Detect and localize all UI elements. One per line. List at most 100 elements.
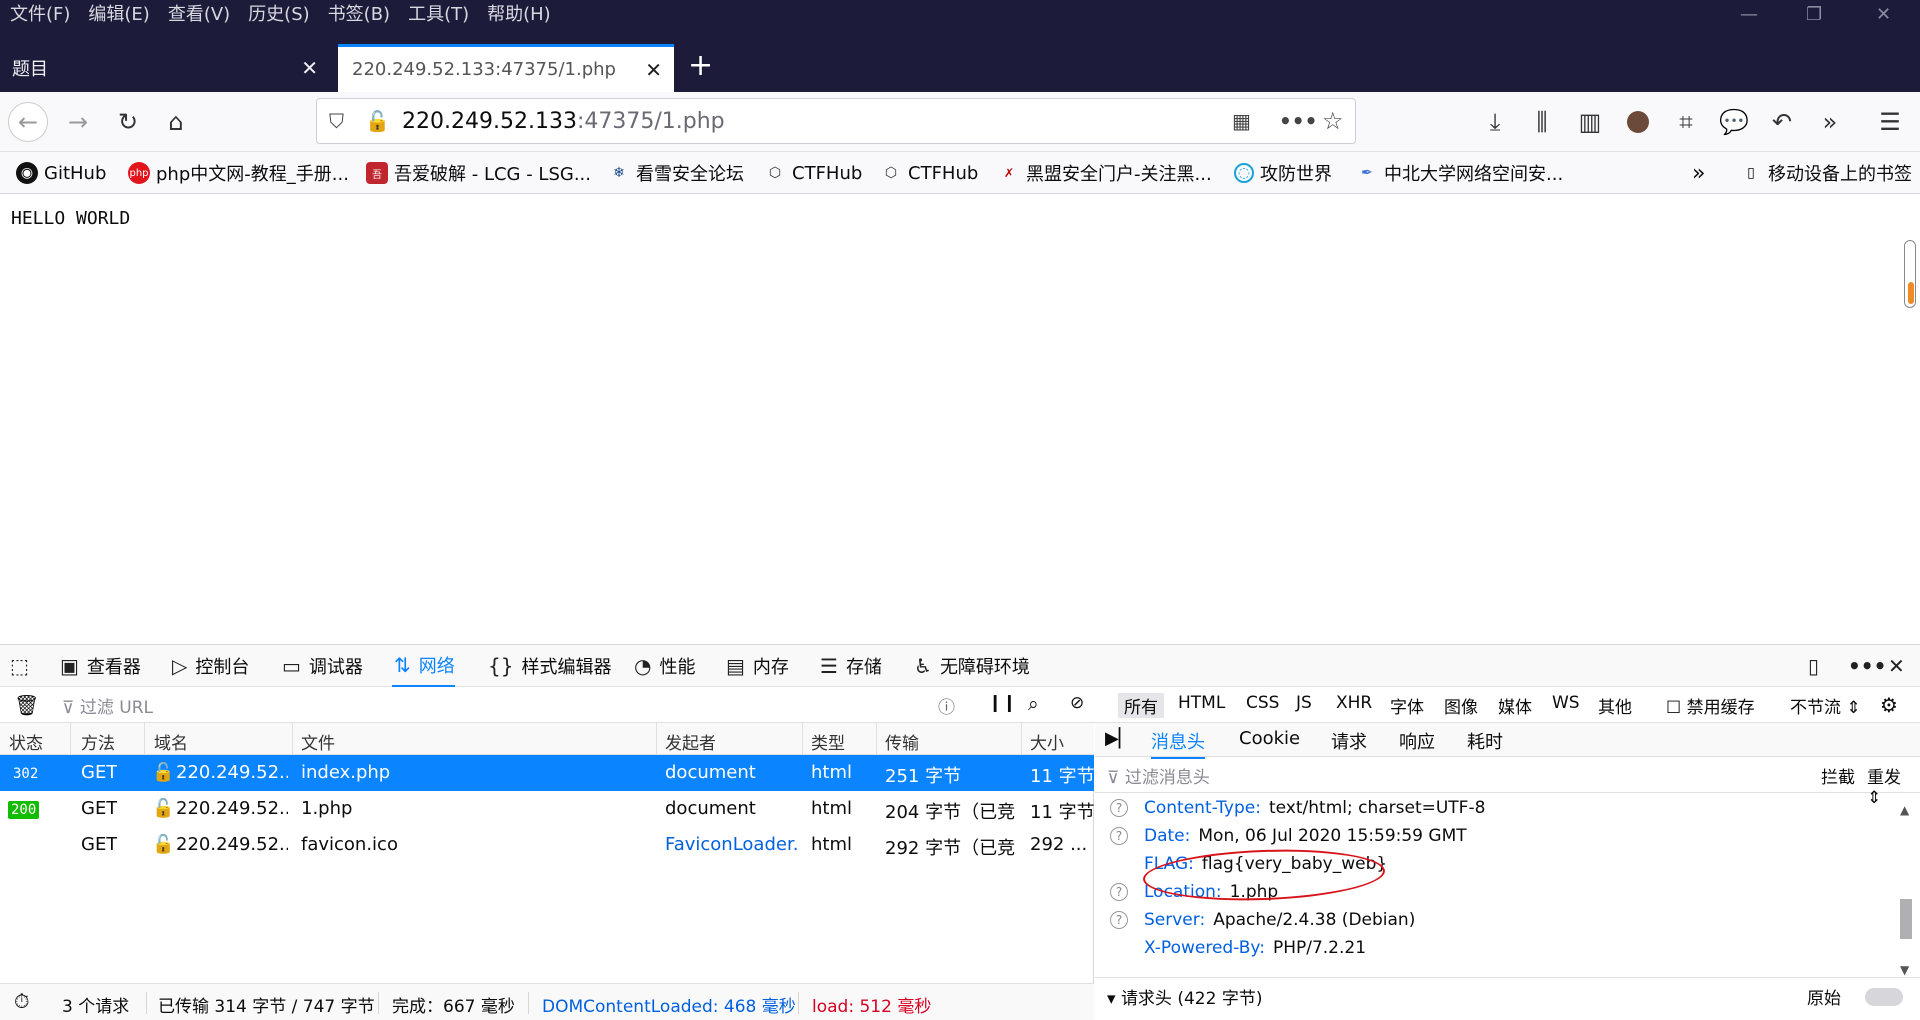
throttle-select[interactable]: 不节流 ⇕ (1790, 693, 1861, 718)
col-initiator[interactable]: 发起者 (665, 729, 716, 754)
filter-url-input[interactable]: ⊽ 过滤 URL (62, 693, 153, 718)
pause-icon[interactable]: ❙❙ (988, 693, 1017, 713)
filter-js[interactable]: JS (1296, 693, 1312, 713)
download-icon[interactable]: ⤓ (1475, 102, 1515, 142)
toggle-sidebar-icon[interactable]: ▶▏ (1105, 728, 1133, 749)
bookmark-mobile[interactable]: ▯ 移动设备上的书签 (1740, 158, 1912, 188)
filter-css[interactable]: CSS (1246, 693, 1279, 713)
element-picker-icon[interactable]: ⬚ (10, 645, 37, 687)
block-icon[interactable]: ⊘ (1070, 693, 1084, 713)
tab-active[interactable]: 220.249.52.133:47375/1.php ✕ (338, 44, 674, 92)
devtools-close-icon[interactable]: ✕ (1888, 645, 1913, 687)
filter-images[interactable]: 图像 (1444, 693, 1478, 718)
more-icon[interactable]: ••• (1279, 109, 1317, 133)
help-icon[interactable]: ? (1110, 827, 1128, 845)
restore-icon[interactable]: ❐ (1806, 4, 1822, 25)
table-row[interactable]: GET 🔓 220.249.52.... favicon.ico Favicon… (0, 827, 1094, 863)
insecure-lock-icon[interactable]: 🔓 (365, 109, 390, 133)
menu-bookmarks[interactable]: 书签(B) (328, 1, 390, 29)
tab-inactive[interactable]: 题目 ✕ (0, 44, 330, 92)
tab-debugger[interactable]: ▭ 调试器 (282, 645, 363, 687)
home-icon[interactable]: ⌂ (156, 102, 196, 142)
cell-initiator[interactable]: FaviconLoader... (665, 834, 799, 855)
filter-ws[interactable]: WS (1552, 693, 1580, 713)
star-icon[interactable]: ☆ (1322, 107, 1344, 135)
request-headers-toggle[interactable]: ▾ 请求头 (422 字节) (1107, 984, 1262, 1009)
help-icon[interactable]: ? (1110, 799, 1128, 817)
disable-cache-checkbox[interactable]: ☐ 禁用缓存 (1666, 693, 1755, 718)
bookmark-github[interactable]: ◉ GitHub (16, 158, 106, 188)
tab-headers[interactable]: 消息头 (1151, 728, 1205, 759)
col-method[interactable]: 方法 (81, 729, 115, 754)
filter-media[interactable]: 媒体 (1498, 693, 1532, 718)
headers-filter-input[interactable]: ⊽ 过滤消息头 (1107, 763, 1210, 788)
raw-toggle[interactable] (1865, 988, 1903, 1006)
back-icon[interactable]: ← (8, 102, 48, 142)
tab-timings[interactable]: 耗时 (1467, 728, 1503, 754)
avatar[interactable] (1618, 102, 1658, 142)
sidebar-icon[interactable]: ▥ (1570, 102, 1610, 142)
close-window-icon[interactable]: ✕ (1876, 4, 1891, 25)
headers-scrollbar[interactable]: ▲ ▼ (1896, 803, 1916, 983)
resend-button[interactable]: 重发 ⇕ (1867, 763, 1920, 808)
menu-view[interactable]: 查看(V) (168, 1, 230, 29)
filter-all[interactable]: 所有 (1118, 693, 1164, 718)
tab-storage[interactable]: ☰ 存储 (820, 645, 882, 687)
trash-icon[interactable]: 🗑 (14, 693, 39, 717)
filter-other[interactable]: 其他 (1598, 693, 1632, 718)
shield-icon[interactable]: ⛉ (329, 109, 344, 133)
crop-icon[interactable]: ⌗ (1666, 102, 1706, 142)
table-row[interactable]: 302 GET 🔓 220.249.52.... index.php docum… (0, 755, 1095, 791)
filter-xhr[interactable]: XHR (1336, 693, 1372, 713)
help-icon[interactable]: ? (1110, 883, 1128, 901)
menu-help[interactable]: 帮助(H) (487, 1, 551, 29)
bookmark-ctfhub-1[interactable]: ⬡ CTFHub (764, 158, 862, 188)
tab-request[interactable]: 请求 (1331, 728, 1367, 754)
settings-gear-icon[interactable]: ⚙ (1880, 693, 1898, 717)
search-icon[interactable]: ⌕ (1028, 693, 1039, 715)
chat-icon[interactable]: 💬 (1714, 102, 1754, 142)
undo-icon[interactable]: ↶ (1762, 102, 1802, 142)
close-tab-icon[interactable]: ✕ (645, 58, 662, 82)
tab-inspector[interactable]: ▣ 查看器 (60, 645, 141, 687)
close-tab-icon[interactable]: ✕ (301, 56, 318, 80)
filter-html[interactable]: HTML (1178, 693, 1225, 713)
help-icon[interactable]: ⓘ (938, 693, 955, 718)
table-row[interactable]: 200 GET 🔓 220.249.52.... 1.php document … (0, 791, 1095, 827)
minimize-icon[interactable]: — (1740, 4, 1758, 25)
qrcode-icon[interactable]: ▦ (1232, 109, 1251, 133)
menu-tools[interactable]: 工具(T) (408, 1, 469, 29)
tab-cookie[interactable]: Cookie (1239, 728, 1300, 749)
tab-performance[interactable]: ◔ 性能 (634, 645, 695, 687)
menu-history[interactable]: 历史(S) (248, 1, 309, 29)
bookmark-ctfhub-2[interactable]: ⬡ CTFHub (880, 158, 978, 188)
bookmark-nuc[interactable]: ✒ 中北大学网络空间安... (1356, 158, 1563, 188)
block-button[interactable]: 拦截 (1821, 763, 1855, 788)
tab-memory[interactable]: ▤ 内存 (726, 645, 789, 687)
bookmark-gongfang[interactable]: ◌ 攻防世界 (1234, 158, 1332, 188)
bookmark-heimeng[interactable]: ✗ 黑盟安全门户-关注黑... (998, 158, 1212, 188)
col-status[interactable]: 状态 (9, 729, 43, 754)
help-icon[interactable]: ? (1110, 911, 1128, 929)
url-bar[interactable]: ⛉ 🔓 220.249.52.133:47375/1.php ▦ ••• ☆ (316, 98, 1356, 144)
overflow-icon[interactable]: » (1810, 102, 1850, 142)
col-type[interactable]: 类型 (811, 729, 845, 754)
tab-response[interactable]: 响应 (1399, 728, 1435, 754)
tab-network[interactable]: ⇅ 网络 (392, 645, 455, 687)
col-file[interactable]: 文件 (301, 729, 335, 754)
menu-file[interactable]: 文件(F) (10, 1, 70, 29)
bookmark-php[interactable]: php php中文网-教程_手册... (128, 158, 349, 188)
menu-edit[interactable]: 编辑(E) (88, 1, 149, 29)
responsive-mode-icon[interactable]: ▯ (1808, 645, 1827, 687)
new-tab-icon[interactable]: + (688, 48, 713, 83)
bookmarks-overflow-icon[interactable]: » (1692, 158, 1705, 188)
url-text[interactable]: 220.249.52.133:47375/1.php (402, 109, 725, 134)
library-icon[interactable]: ⫼ (1522, 102, 1562, 142)
forward-icon[interactable]: → (58, 102, 98, 142)
col-domain[interactable]: 域名 (154, 729, 188, 754)
col-transfer[interactable]: 传输 (885, 729, 919, 754)
filter-fonts[interactable]: 字体 (1390, 693, 1424, 718)
bookmark-52pojie[interactable]: 吾吾爱破解 - LCG - LSG... (366, 158, 591, 188)
hamburger-menu-icon[interactable]: ☰ (1870, 102, 1910, 142)
reload-icon[interactable]: ↻ (108, 102, 148, 142)
